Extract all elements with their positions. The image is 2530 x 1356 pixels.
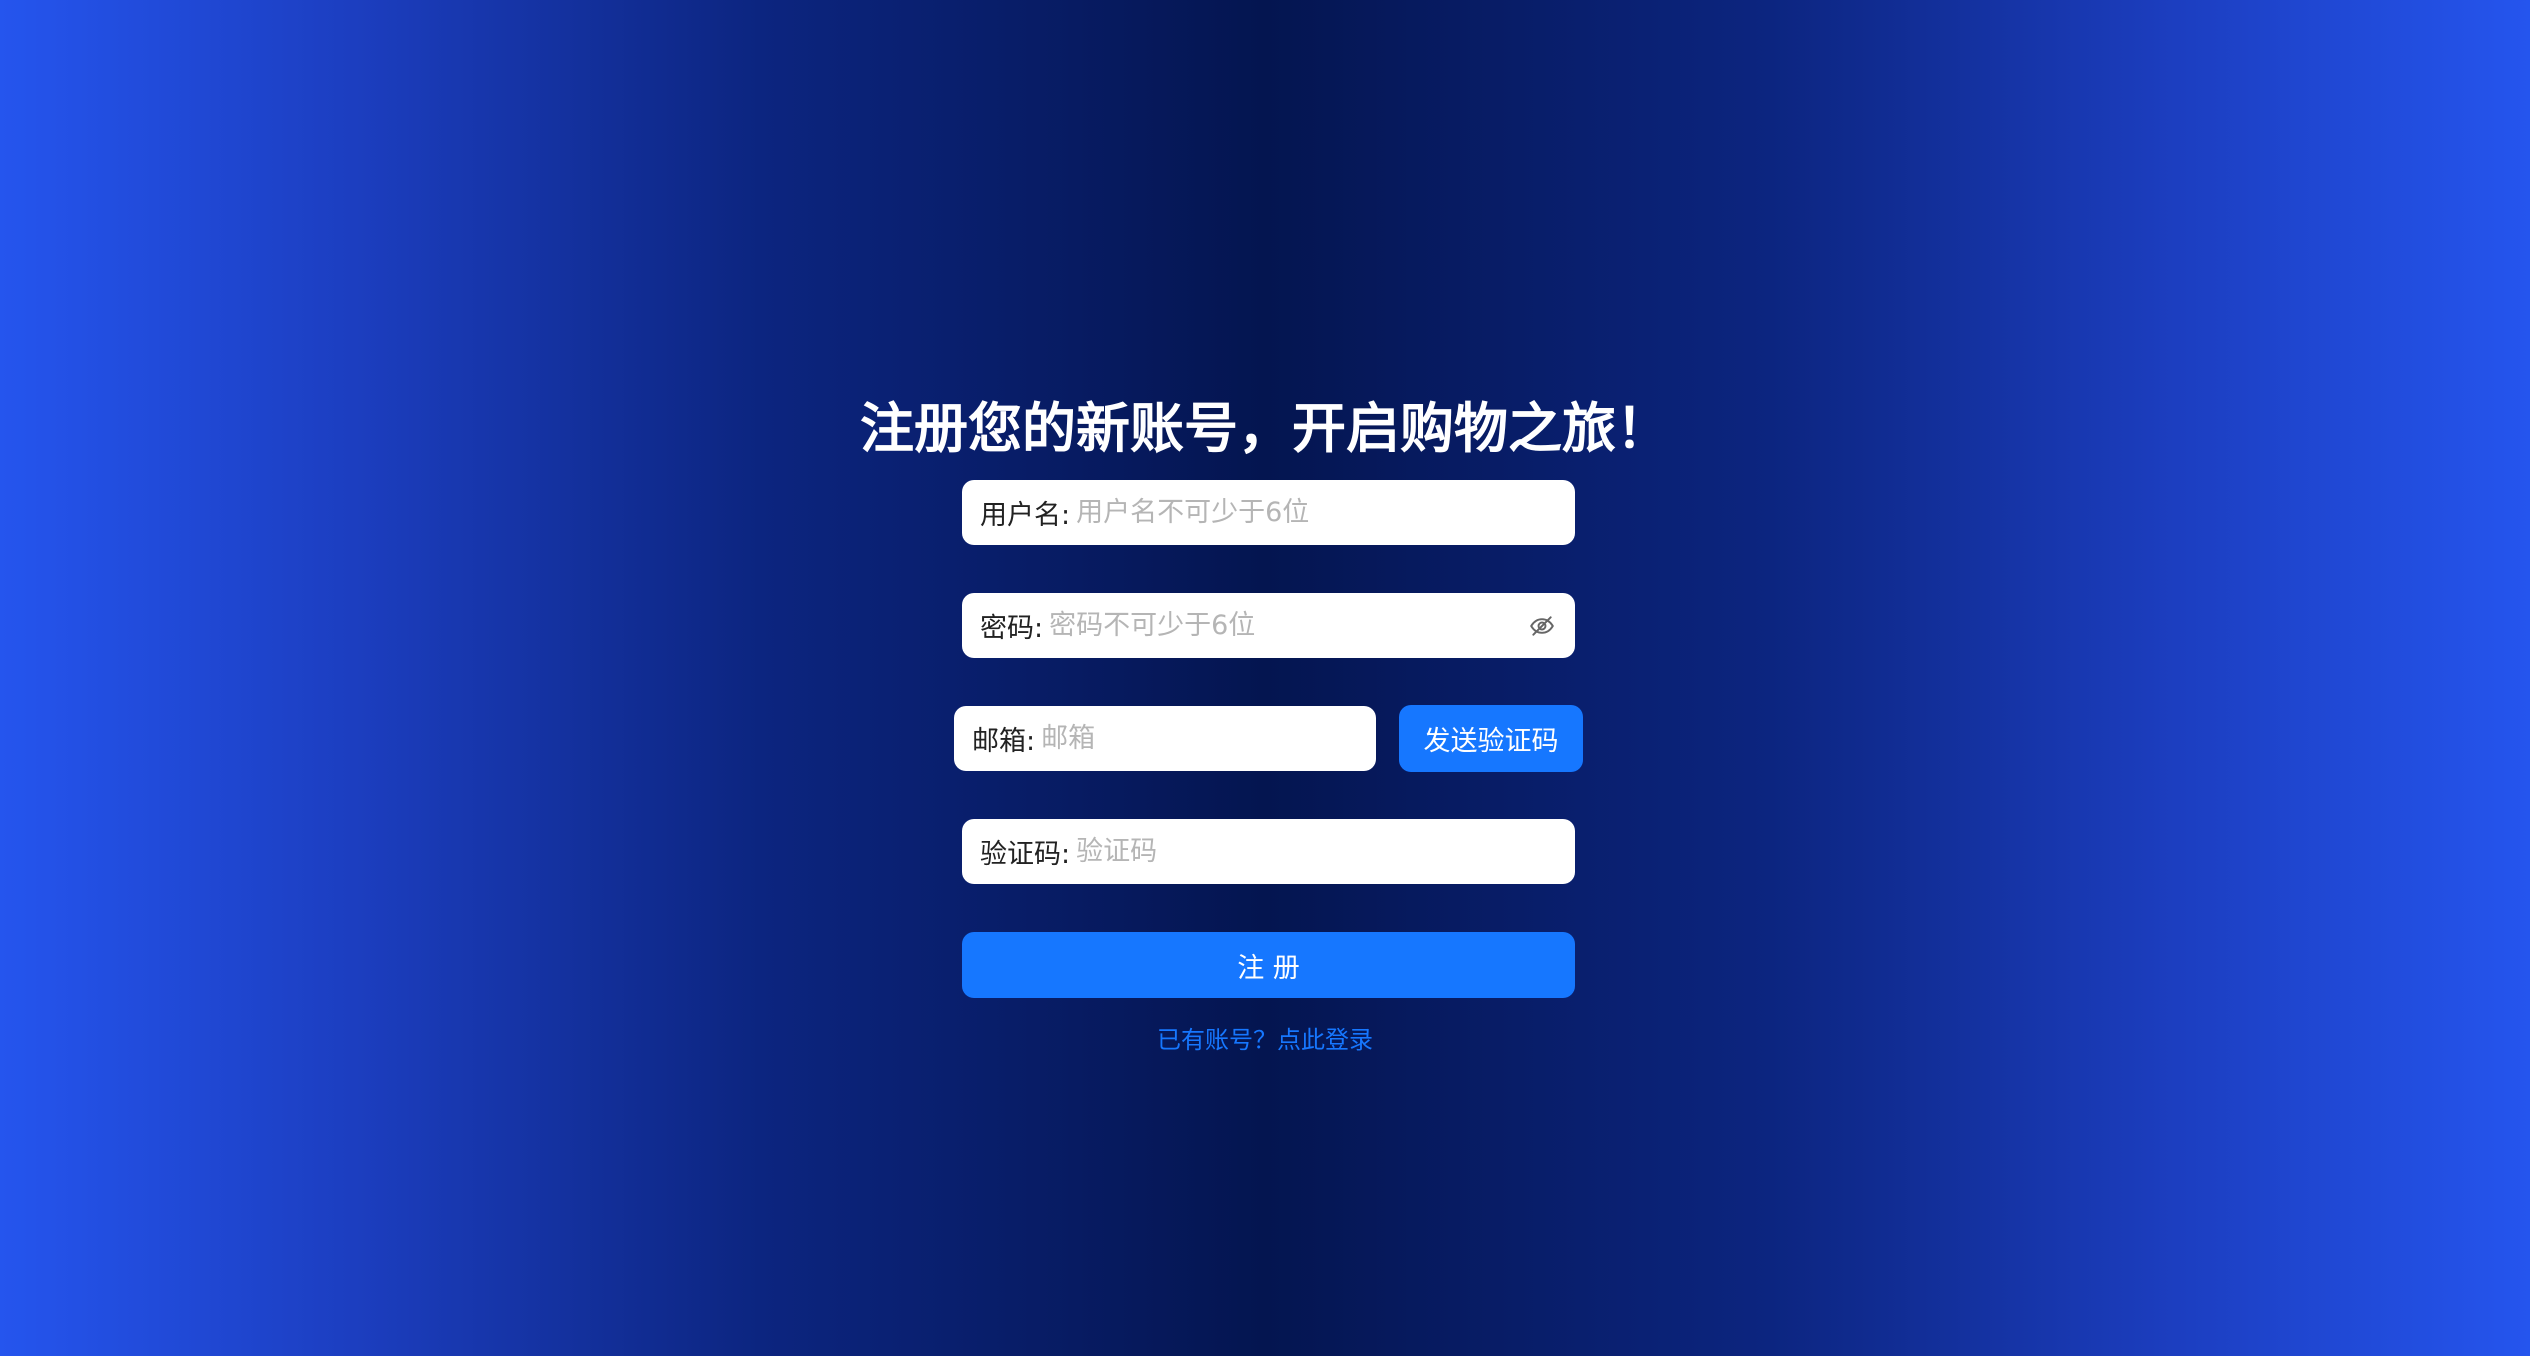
username-field[interactable]: 用户名: bbox=[962, 480, 1575, 545]
login-link-container: 已有账号？点此登录 bbox=[0, 1020, 2530, 1055]
password-field[interactable]: 密码: bbox=[962, 593, 1575, 658]
verification-code-label: 验证码: bbox=[980, 839, 1071, 870]
password-input[interactable] bbox=[1043, 610, 1527, 641]
register-button[interactable]: 注 册 bbox=[962, 932, 1575, 998]
email-field[interactable]: 邮箱: bbox=[954, 706, 1376, 771]
username-label: 用户名: bbox=[980, 500, 1071, 531]
password-label: 密码: bbox=[980, 613, 1044, 644]
login-link[interactable]: 已有账号？点此登录 bbox=[1157, 1026, 1373, 1054]
verification-code-input[interactable] bbox=[1070, 836, 1557, 867]
verification-code-field[interactable]: 验证码: bbox=[962, 819, 1575, 884]
username-input[interactable] bbox=[1070, 497, 1557, 528]
page-title: 注册您的新账号，开启购物之旅！ bbox=[860, 397, 1670, 461]
email-label: 邮箱: bbox=[972, 726, 1036, 757]
eye-invisible-icon[interactable] bbox=[1527, 611, 1557, 641]
send-code-button[interactable]: 发送验证码 bbox=[1399, 705, 1583, 772]
email-input[interactable] bbox=[1035, 723, 1358, 754]
